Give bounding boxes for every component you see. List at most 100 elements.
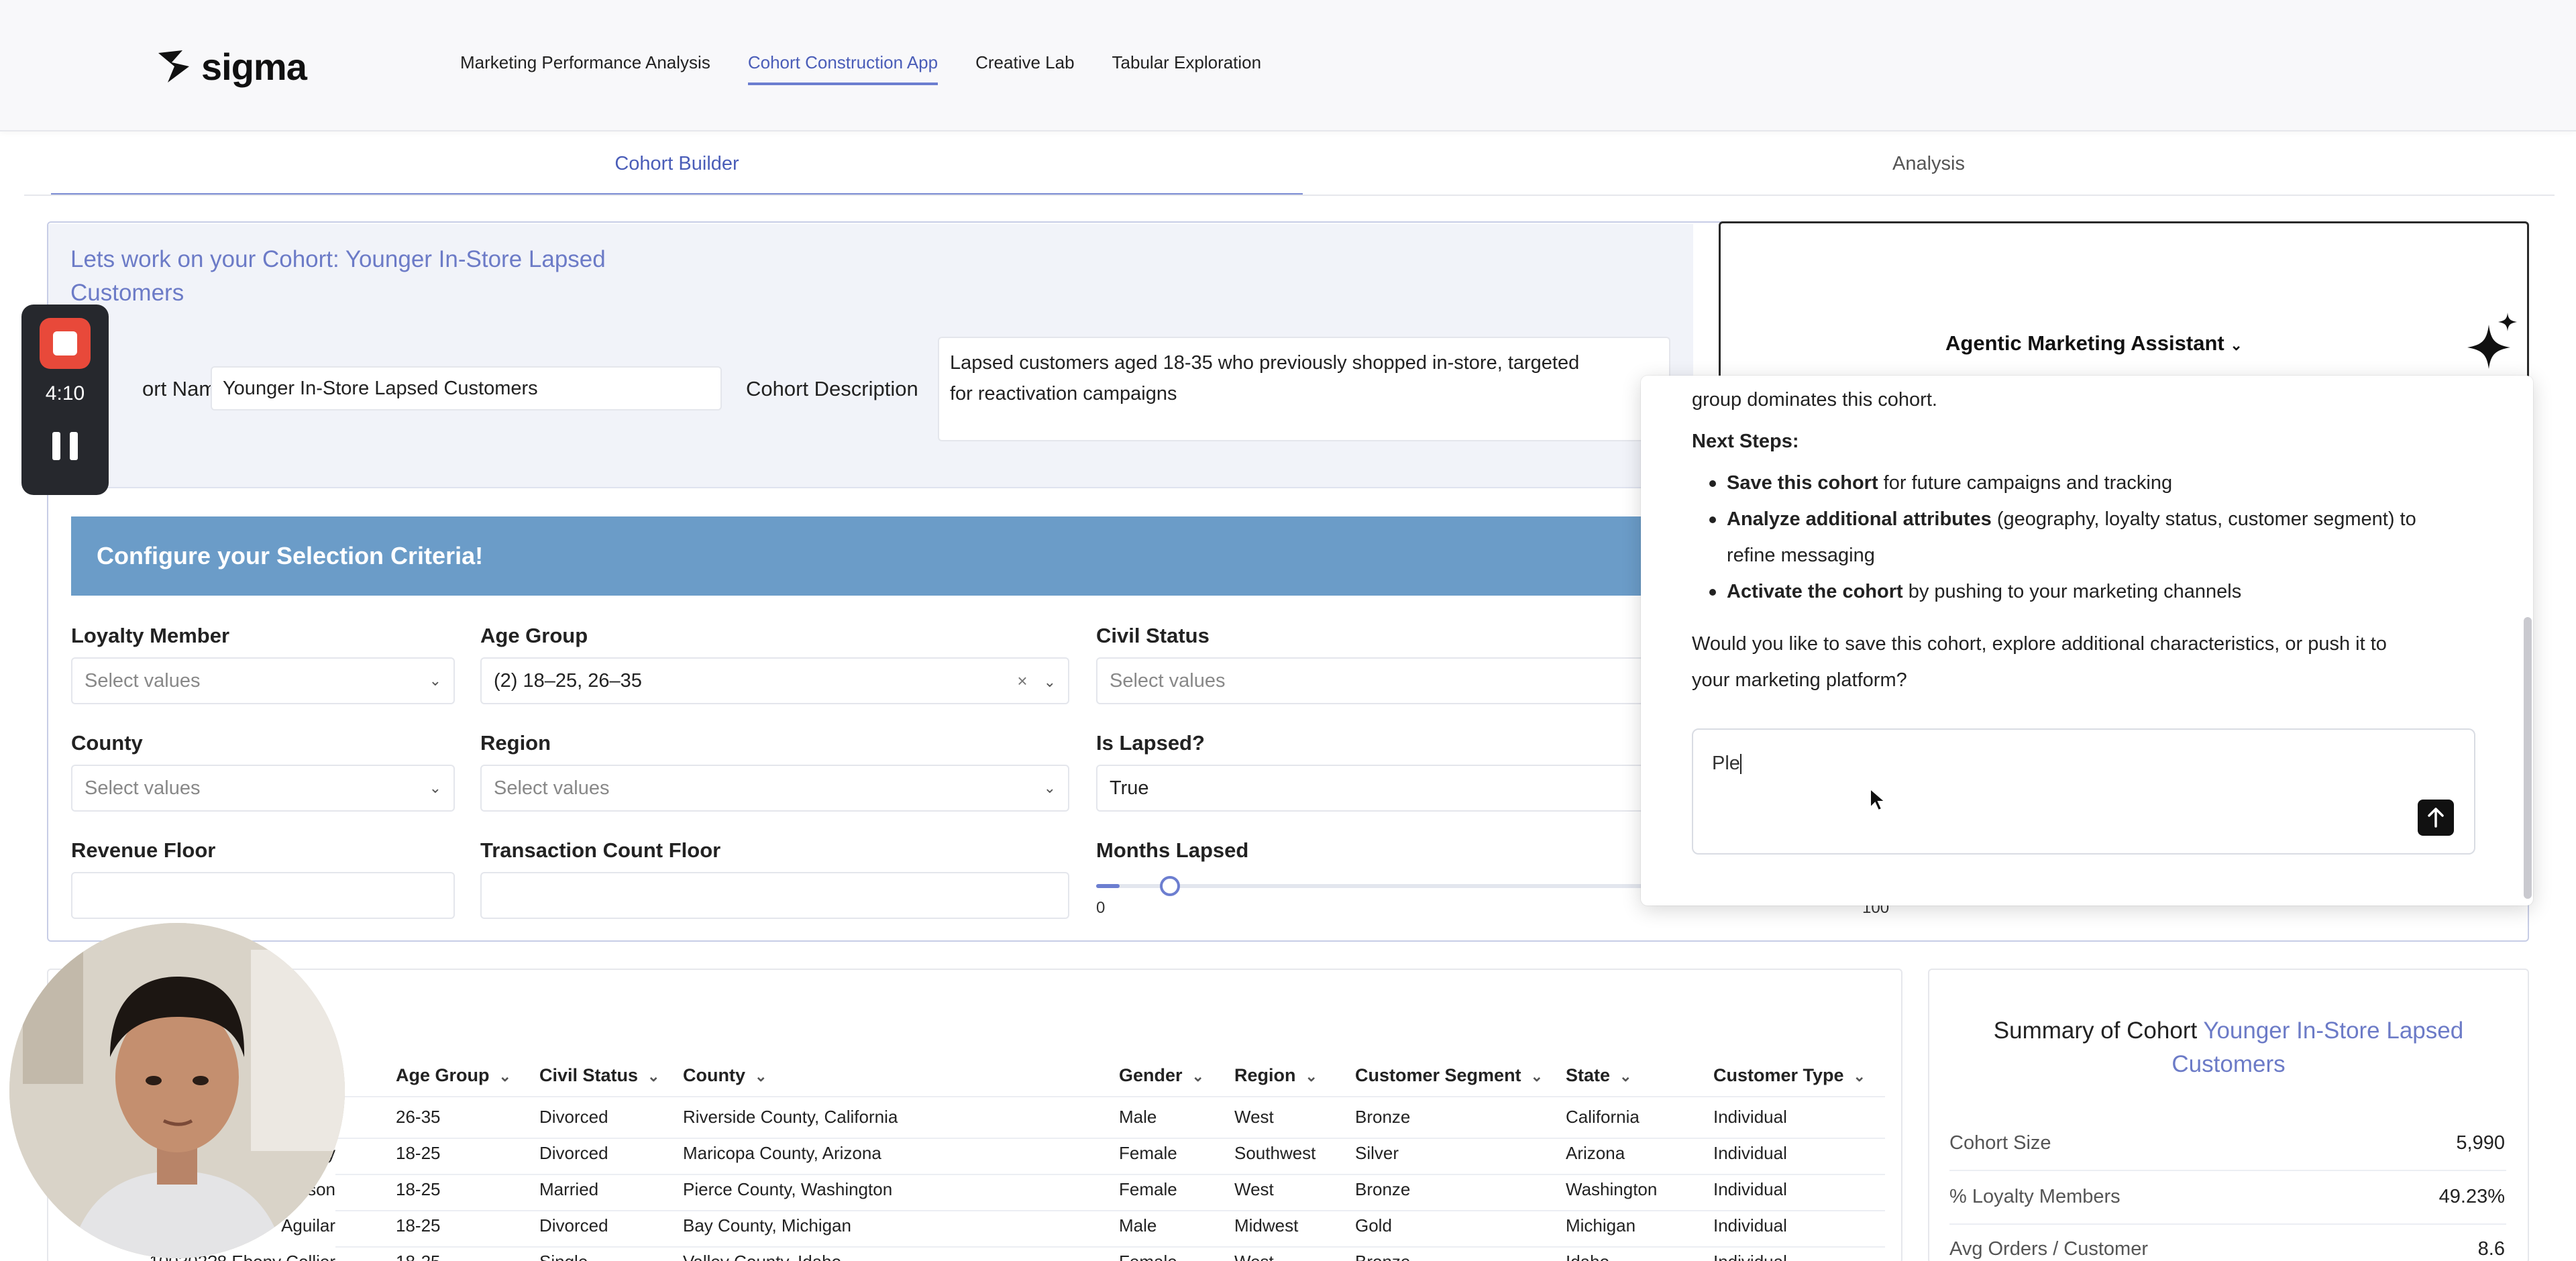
transaction-count-floor-label: Transaction Count Floor (480, 838, 721, 862)
chevron-down-icon: ⌄ (1853, 1068, 1866, 1085)
cell-region: West (1234, 1107, 1274, 1127)
chevron-down-icon: ⌄ (1619, 1068, 1632, 1085)
cell-county: Bay County, Michigan (683, 1215, 851, 1236)
chat-line-partial: group dominates this cohort. (1692, 389, 1937, 410)
civil-status-select[interactable]: Select values (1096, 657, 1646, 704)
header-label: Region (1234, 1065, 1296, 1085)
cell-county: Pierce County, Washington (683, 1179, 893, 1199)
summary-title-prefix: Summary of Cohort (1993, 1018, 2204, 1044)
cohort-description-input[interactable]: Lapsed customers aged 18-35 who previous… (938, 337, 1670, 441)
chat-next-steps: Next Steps: (1692, 431, 1799, 452)
months-lapsed-slider-handle[interactable] (1159, 876, 1180, 896)
column-header-county[interactable]: County ⌄ (683, 1065, 767, 1086)
sparkle-icon (2467, 313, 2517, 369)
pause-recording-button[interactable] (52, 432, 78, 460)
transaction-count-floor-input[interactable] (480, 872, 1069, 919)
cell-civil-status: Divorced (539, 1143, 608, 1163)
column-header-customer-segment[interactable]: Customer Segment ⌄ (1355, 1065, 1543, 1086)
column-header-state[interactable]: State ⌄ (1566, 1065, 1631, 1086)
chevron-down-icon: ⌄ (647, 1068, 660, 1085)
cell-state: Washington (1566, 1179, 1658, 1199)
chat-bullet: Save this cohort for future campaigns an… (1709, 465, 2173, 500)
chat-question-line2: your marketing platform? (1692, 669, 1907, 691)
column-header-gender[interactable]: Gender ⌄ (1119, 1065, 1204, 1086)
column-header-age-group[interactable]: Age Group ⌄ (396, 1065, 511, 1086)
tab-cohort-builder[interactable]: Cohort Builder (51, 145, 1303, 196)
cohort-description-line2: for reactivation campaigns (950, 383, 1177, 404)
cell-county: Valley County, Idaho (683, 1252, 841, 1261)
chevron-down-icon: ⌄ (754, 1068, 767, 1085)
pause-icon (52, 432, 60, 460)
column-header-customer-type[interactable]: Customer Type ⌄ (1713, 1065, 1866, 1086)
chat-bullet: Activate the cohort by pushing to your m… (1709, 574, 2241, 609)
county-select[interactable]: Select values ⌄ (71, 765, 455, 812)
summary-title-cohort: Younger In-Store Lapsed (2203, 1018, 2464, 1044)
is-lapsed-select[interactable]: True (1096, 765, 1646, 812)
sub-tabs: Cohort Builder Analysis (51, 145, 2555, 196)
chat-bullet-text: (geography, loyalty status, customer seg… (1991, 508, 2416, 530)
sigma-logo[interactable]: sigma (156, 43, 307, 90)
cell-state: Michigan (1566, 1215, 1636, 1236)
cell-gender: Female (1119, 1252, 1177, 1261)
cell-civil-status: Divorced (539, 1215, 608, 1236)
config-criteria-header: Configure your Selection Criteria! (71, 516, 1695, 596)
county-label: County (71, 731, 143, 755)
civil-status-placeholder: Select values (1110, 669, 1226, 692)
chat-bullet-bold: Analyze additional attributes (1727, 508, 1992, 530)
loyalty-member-select[interactable]: Select values ⌄ (71, 657, 455, 704)
clear-icon[interactable]: × (1017, 671, 1027, 691)
months-lapsed-min: 0 (1096, 899, 1106, 917)
cell-age-group: 18-25 (396, 1179, 441, 1199)
tab-analysis[interactable]: Analysis (1303, 145, 2555, 196)
cell-gender: Female (1119, 1143, 1177, 1163)
cell-customer-type: Individual (1713, 1107, 1787, 1127)
cell-customer-type: Individual (1713, 1143, 1787, 1163)
cohort-name-input[interactable]: Younger In-Store Lapsed Customers (211, 366, 722, 410)
header-label: Gender (1119, 1065, 1183, 1085)
cell-customer-type: Individual (1713, 1179, 1787, 1199)
nav-tabular-exploration[interactable]: Tabular Exploration (1112, 52, 1262, 85)
nav-cohort-construction[interactable]: Cohort Construction App (747, 52, 938, 85)
assistant-title[interactable]: Agentic Marketing Assistant ⌄ (1945, 331, 2243, 355)
header-label: State (1566, 1065, 1611, 1085)
header-label: County (683, 1065, 745, 1085)
revenue-floor-label: Revenue Floor (71, 838, 216, 862)
months-lapsed-slider-fill (1096, 884, 1120, 888)
chevron-down-icon: ⌄ (2230, 337, 2243, 353)
chevron-down-icon: ⌄ (429, 779, 441, 796)
cohort-heading-line2: Customers (70, 280, 184, 306)
nav-creative-lab[interactable]: Creative Lab (975, 52, 1074, 85)
chevron-down-icon: ⌄ (1191, 1068, 1204, 1085)
cell-customer-segment: Bronze (1355, 1107, 1411, 1127)
cell-customer-segment: Gold (1355, 1215, 1392, 1236)
chat-question-line1: Would you like to save this cohort, expl… (1692, 633, 2387, 655)
cell-age-group: 18-25 (396, 1143, 441, 1163)
chevron-down-icon: ⌄ (1530, 1068, 1543, 1085)
nav-marketing-performance[interactable]: Marketing Performance Analysis (460, 52, 710, 85)
cell-civil-status: Divorced (539, 1107, 608, 1127)
column-header-civil-status[interactable]: Civil Status ⌄ (539, 1065, 659, 1086)
assistant-title-text: Agentic Marketing Assistant (1945, 331, 2224, 355)
summary-value: 49.23% (2438, 1186, 2505, 1207)
age-group-select[interactable]: (2) 18–25, 26–35 × ⌄ (480, 657, 1069, 704)
loyalty-member-placeholder: Select values (85, 669, 201, 692)
revenue-floor-input[interactable] (71, 872, 455, 919)
chat-input[interactable]: Ple (1692, 728, 2475, 855)
header-label: Customer Segment (1355, 1065, 1521, 1085)
row-divider (335, 1246, 1885, 1248)
region-select[interactable]: Select values ⌄ (480, 765, 1069, 812)
header-label: Civil Status (539, 1065, 639, 1085)
send-button[interactable] (2418, 800, 2454, 836)
age-group-label: Age Group (480, 624, 588, 647)
sigma-logo-icon (158, 50, 189, 83)
chat-scrollbar[interactable] (2524, 617, 2532, 899)
chat-input-value: Ple (1712, 753, 1740, 774)
months-lapsed-slider[interactable] (1096, 876, 1680, 896)
chevron-down-icon: ⌄ (429, 672, 441, 689)
cohort-heading-line1: Lets work on your Cohort: Younger In-Sto… (70, 246, 606, 272)
column-header-region[interactable]: Region ⌄ (1234, 1065, 1318, 1086)
chat-bullet-text: for future campaigns and tracking (1878, 472, 2173, 494)
stop-recording-button[interactable] (40, 318, 91, 369)
chat-bullet-bold: Activate the cohort (1727, 581, 1903, 602)
chevron-down-icon: ⌄ (1043, 673, 1056, 690)
